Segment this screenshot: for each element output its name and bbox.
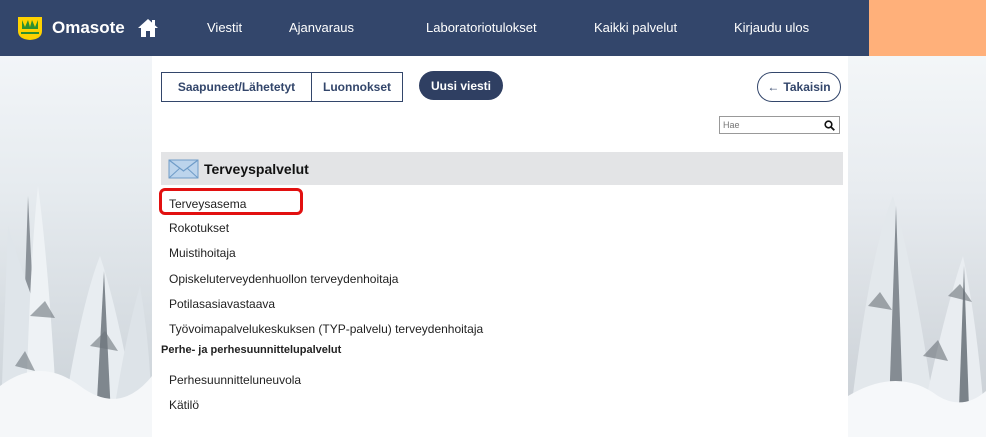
section-title: Terveyspalvelut: [204, 160, 309, 177]
search-icon[interactable]: [824, 120, 835, 131]
accent-block: [869, 0, 986, 56]
section-header: Terveyspalvelut: [161, 152, 843, 185]
drafts-tab[interactable]: Luonnokset: [311, 72, 403, 102]
back-button-label: Takaisin: [783, 80, 831, 94]
nav-kirjaudu-ulos[interactable]: Kirjaudu ulos: [734, 20, 809, 35]
snowy-forest-right: [848, 56, 986, 437]
search-input[interactable]: [720, 117, 820, 133]
list-item-potilasasiavastaava[interactable]: Potilasasiavastaava: [169, 297, 275, 311]
top-navigation-bar: Omasote Viestit Ajanvaraus Laboratoriotu…: [0, 0, 986, 56]
list-item-katilo[interactable]: Kätilö: [169, 398, 199, 412]
nav-kaikki-palvelut[interactable]: Kaikki palvelut: [594, 20, 677, 35]
new-message-button[interactable]: Uusi viesti: [419, 71, 503, 100]
nav-laboratoriotulokset[interactable]: Laboratoriotulokset: [426, 20, 537, 35]
snowy-forest-left: [0, 56, 152, 437]
search-box[interactable]: [719, 116, 840, 134]
brand-name: Omasote: [52, 18, 125, 37]
list-item-rokotukset[interactable]: Rokotukset: [169, 221, 229, 235]
logo-icon: [18, 17, 42, 40]
highlight-box: [159, 188, 303, 215]
nav-viestit[interactable]: Viestit: [207, 20, 242, 35]
home-icon[interactable]: [137, 17, 159, 39]
list-item-typ-terveydenhoitaja[interactable]: Työvoimapalvelukeskuksen (TYP-palvelu) t…: [169, 322, 483, 336]
group-title: Perhe- ja perhesuunnittelupalvelut: [161, 344, 342, 356]
nav-ajanvaraus[interactable]: Ajanvaraus: [289, 20, 354, 35]
list-item-perhesuunnitteluneuvola[interactable]: Perhesuunnitteluneuvola: [169, 373, 301, 387]
brand[interactable]: Omasote: [16, 14, 159, 42]
list-item-muistihoitaja[interactable]: Muistihoitaja: [169, 246, 236, 260]
inbox-sent-tab[interactable]: Saapuneet/Lähetetyt: [161, 72, 312, 102]
back-arrow-icon: ←: [767, 80, 780, 94]
back-button[interactable]: ← Takaisin: [757, 72, 841, 102]
list-item-opiskeluterveydenhuolto[interactable]: Opiskeluterveydenhuollon terveydenhoitaj…: [169, 272, 398, 286]
envelope-icon: [168, 159, 199, 178]
